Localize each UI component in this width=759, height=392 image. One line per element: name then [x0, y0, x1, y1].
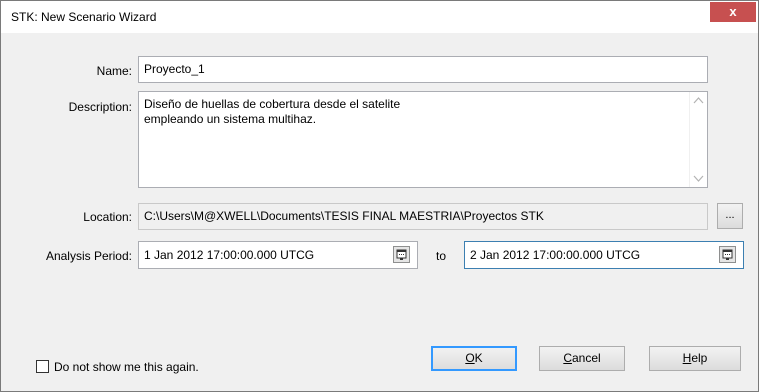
- analysis-period-label: Analysis Period:: [45, 249, 132, 263]
- cancel-button[interactable]: Cancel: [539, 346, 625, 371]
- location-field: C:\Users\M@XWELL\Documents\TESIS FINAL M…: [138, 203, 708, 230]
- description-scrollbar[interactable]: [689, 92, 707, 187]
- ok-mnemonic: O: [465, 351, 475, 365]
- cancel-mnemonic: C: [563, 351, 572, 365]
- description-line-2: empleando un sistema multihaz.: [144, 112, 317, 126]
- stop-calendar-button[interactable]: [719, 246, 736, 263]
- name-label: Name:: [96, 64, 132, 78]
- close-icon: x: [729, 4, 737, 19]
- description-textarea[interactable]: Diseño de huellas de cobertura desde el …: [138, 91, 708, 188]
- window-title: STK: New Scenario Wizard: [11, 10, 157, 24]
- close-button[interactable]: x: [710, 2, 756, 22]
- do-not-show-label[interactable]: Do not show me this again.: [54, 360, 199, 374]
- start-time-input[interactable]: 1 Jan 2012 17:00:00.000 UTCG: [138, 241, 418, 269]
- to-label: to: [435, 249, 446, 263]
- description-label: Description:: [68, 100, 132, 114]
- calendar-icon: [396, 249, 407, 260]
- scroll-up-icon[interactable]: [690, 92, 707, 109]
- dialog-body: Name: Proyecto_1 Description: Diseño de …: [1, 33, 758, 391]
- description-line-1: Diseño de huellas de cobertura desde el …: [144, 97, 401, 111]
- do-not-show-checkbox[interactable]: [36, 360, 49, 373]
- calendar-icon: [722, 249, 733, 260]
- title-bar: STK: New Scenario Wizard x: [1, 1, 758, 33]
- browse-location-button[interactable]: ...: [717, 203, 743, 229]
- cancel-rest: ancel: [571, 351, 601, 365]
- help-button[interactable]: Help: [649, 346, 741, 371]
- ok-rest: K: [474, 351, 483, 365]
- help-rest: elp: [691, 351, 708, 365]
- scroll-down-icon[interactable]: [690, 170, 707, 187]
- start-calendar-button[interactable]: [393, 246, 410, 263]
- wizard-window: STK: New Scenario Wizard x Name: Proyect…: [0, 0, 759, 392]
- ok-button[interactable]: OK: [431, 346, 517, 371]
- description-text: Diseño de huellas de cobertura desde el …: [144, 97, 400, 127]
- stop-time-input[interactable]: 2 Jan 2012 17:00:00.000 UTCG: [464, 241, 744, 269]
- name-input[interactable]: Proyecto_1: [138, 56, 708, 83]
- location-label: Location:: [83, 210, 132, 224]
